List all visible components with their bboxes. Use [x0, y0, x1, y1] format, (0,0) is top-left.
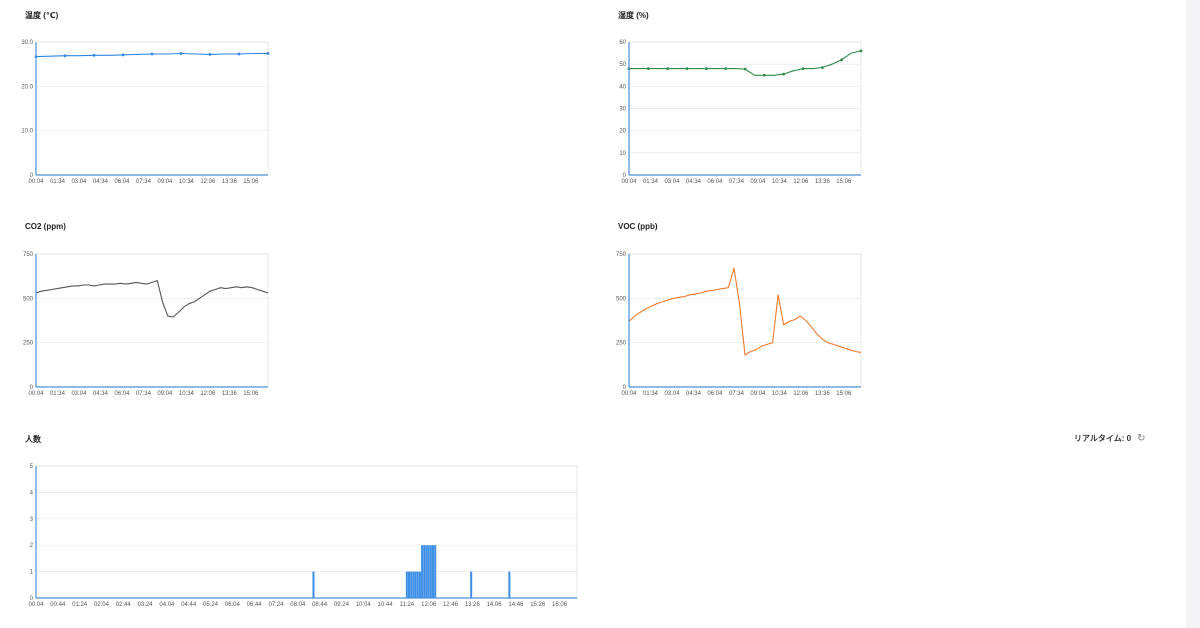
x-tick-label: 02:04: [94, 602, 110, 608]
x-tick-label: 05:24: [203, 602, 219, 608]
x-tick-label: 12:06: [793, 391, 809, 397]
x-tick-label: 13:36: [815, 391, 831, 397]
bar: [429, 545, 432, 598]
x-tick-label: 07:34: [729, 391, 745, 397]
bar: [434, 545, 437, 598]
bar: [470, 571, 473, 598]
x-tick-label: 01:34: [643, 391, 659, 397]
x-tick-label: 04:34: [686, 391, 702, 397]
y-tick-label: 2: [30, 543, 34, 549]
bar: [410, 571, 413, 598]
x-tick-label: 12:46: [443, 602, 459, 608]
x-tick-label: 06:04: [707, 391, 723, 397]
realtime-status: リアルタイム: 0 ↻: [1074, 433, 1146, 444]
x-tick-label: 08:04: [290, 602, 306, 608]
realtime-label: リアルタイム: 0: [1074, 434, 1132, 443]
x-tick-label: 11:24: [400, 602, 415, 608]
x-tick-label: 14:06: [487, 602, 503, 608]
bar: [405, 571, 408, 598]
refresh-icon[interactable]: ↻: [1137, 433, 1145, 444]
bar: [432, 545, 435, 598]
x-tick-label: 03:24: [138, 602, 154, 608]
bar: [421, 545, 424, 598]
bar: [508, 571, 511, 598]
bar: [408, 571, 411, 598]
plot-area: [35, 465, 578, 599]
bar: [414, 571, 417, 598]
y-tick-label: 1: [30, 570, 34, 576]
bar: [423, 545, 426, 598]
bar: [418, 571, 421, 598]
x-tick-label: 09:04: [750, 391, 766, 397]
y-tick-label: 750: [616, 252, 627, 258]
y-tick-label: 500: [616, 296, 627, 302]
bar: [412, 571, 415, 598]
scrollbar-track[interactable]: [1186, 0, 1200, 628]
bar: [427, 545, 430, 598]
y-tick-label: 250: [616, 341, 627, 347]
y-tick-label: 4: [30, 490, 34, 496]
x-tick-label: 00:04: [28, 602, 44, 608]
x-tick-label: 04:44: [181, 602, 197, 608]
x-tick-label: 16:06: [552, 602, 568, 608]
people-chart: 01234500:04 00:44 01:24 02:04 02:44 03:24 04:0…: [28, 464, 578, 608]
y-tick-label: 5: [30, 464, 34, 470]
x-tick-label: 06:04: [225, 602, 241, 608]
bar: [312, 571, 315, 598]
bar: [425, 545, 428, 598]
x-tick-label: 10:34: [772, 391, 788, 397]
x-tick-label: 07:24: [268, 602, 284, 608]
x-tick-label: 13:26: [465, 602, 481, 608]
x-tick-label: 15:06: [836, 391, 852, 397]
x-tick-label: 10:44: [378, 602, 394, 608]
bar: [416, 571, 419, 598]
x-tick-label: 06:44: [247, 602, 263, 608]
x-tick-label: 08:44: [312, 602, 328, 608]
x-tick-label: 14:46: [508, 602, 524, 608]
x-tick-label: 02:44: [116, 602, 132, 608]
x-tick-label: 15:26: [530, 602, 546, 608]
x-tick-label: 12:06: [421, 602, 437, 608]
x-tick-label: 00:04: [621, 391, 637, 397]
y-tick-label: 3: [30, 517, 34, 523]
x-tick-label: 00:44: [50, 602, 66, 608]
x-tick-label: 09:24: [334, 602, 350, 608]
x-tick-label: 04:04: [159, 602, 175, 608]
people-chart-panel: 人数 0 1 2 3 4 5 00:04 00:44 01:24 02:04 02:44 03:24 0…: [0, 0, 600, 628]
x-tick-label: 10:04: [356, 602, 372, 608]
plot-area: [628, 253, 862, 388]
x-tick-label: 01:24: [72, 602, 88, 608]
x-tick-label: 03:04: [664, 391, 680, 397]
series-line: [628, 267, 862, 356]
